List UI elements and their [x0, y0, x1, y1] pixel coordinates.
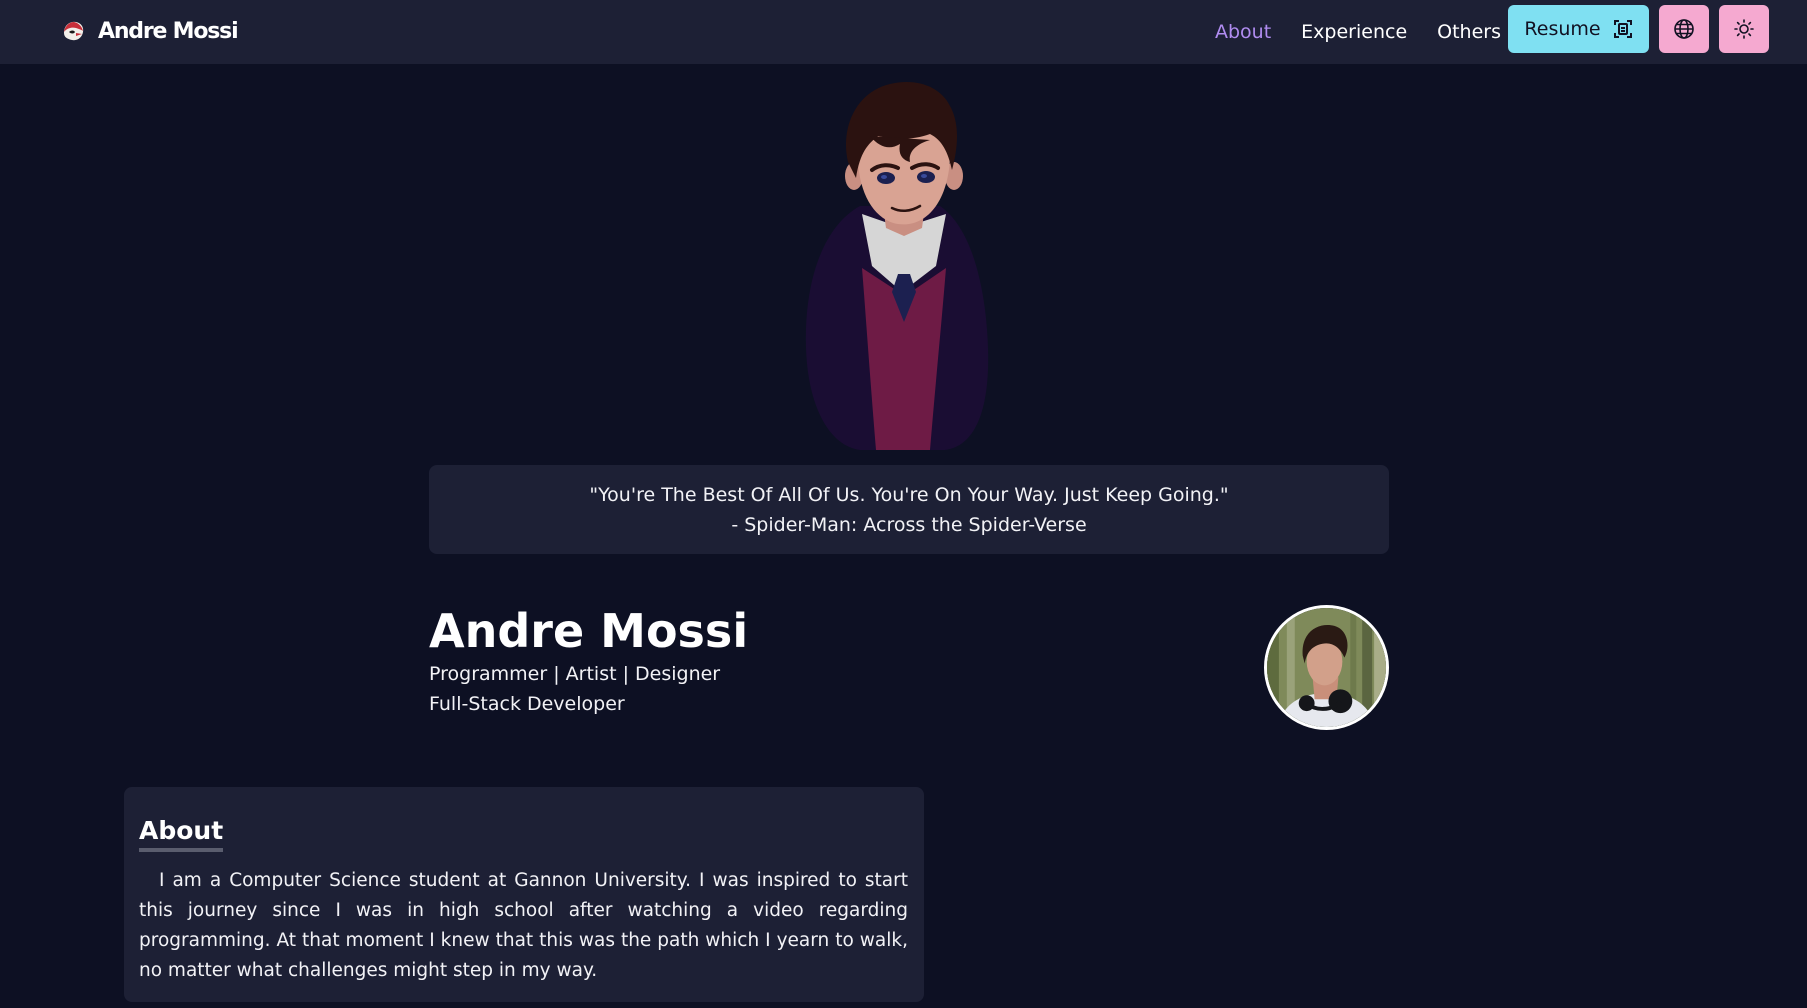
globe-icon [1674, 19, 1694, 39]
about-heading: About [139, 814, 224, 852]
brand-logo-icon [64, 21, 84, 41]
quote-source: - Spider-Man: Across the Spider-Verse [731, 513, 1087, 536]
about-section: About I am a Computer Science student at… [124, 787, 924, 1002]
quote-text: "You're The Best Of All Of Us. You're On… [589, 483, 1229, 506]
nav-links: About Experience Others [1215, 0, 1501, 64]
resume-button[interactable]: Resume [1508, 5, 1649, 53]
nav-link-about[interactable]: About [1215, 21, 1271, 43]
character-illustration [805, 82, 989, 450]
nav-link-others[interactable]: Others [1437, 21, 1501, 43]
hero-name: Andre Mossi [429, 604, 749, 658]
theme-toggle-button[interactable] [1719, 5, 1769, 53]
resume-button-label: Resume [1524, 18, 1601, 40]
hero-title: Full-Stack Developer [429, 693, 625, 715]
brand-home-link[interactable]: Andre Mossi [60, 14, 239, 48]
sun-icon [1734, 19, 1754, 39]
brand-name: Andre Mossi [98, 18, 239, 44]
language-button[interactable] [1659, 5, 1709, 53]
quote-card: "You're The Best Of All Of Us. You're On… [429, 465, 1389, 554]
navbar: Andre Mossi About Experience Others Resu… [0, 0, 1807, 64]
nav-link-experience[interactable]: Experience [1301, 21, 1407, 43]
profile-photo-avatar [1264, 605, 1389, 730]
hero-roles: Programmer | Artist | Designer [429, 663, 721, 685]
document-scan-icon [1613, 20, 1632, 38]
about-text: I am a Computer Science student at Ganno… [139, 870, 908, 981]
